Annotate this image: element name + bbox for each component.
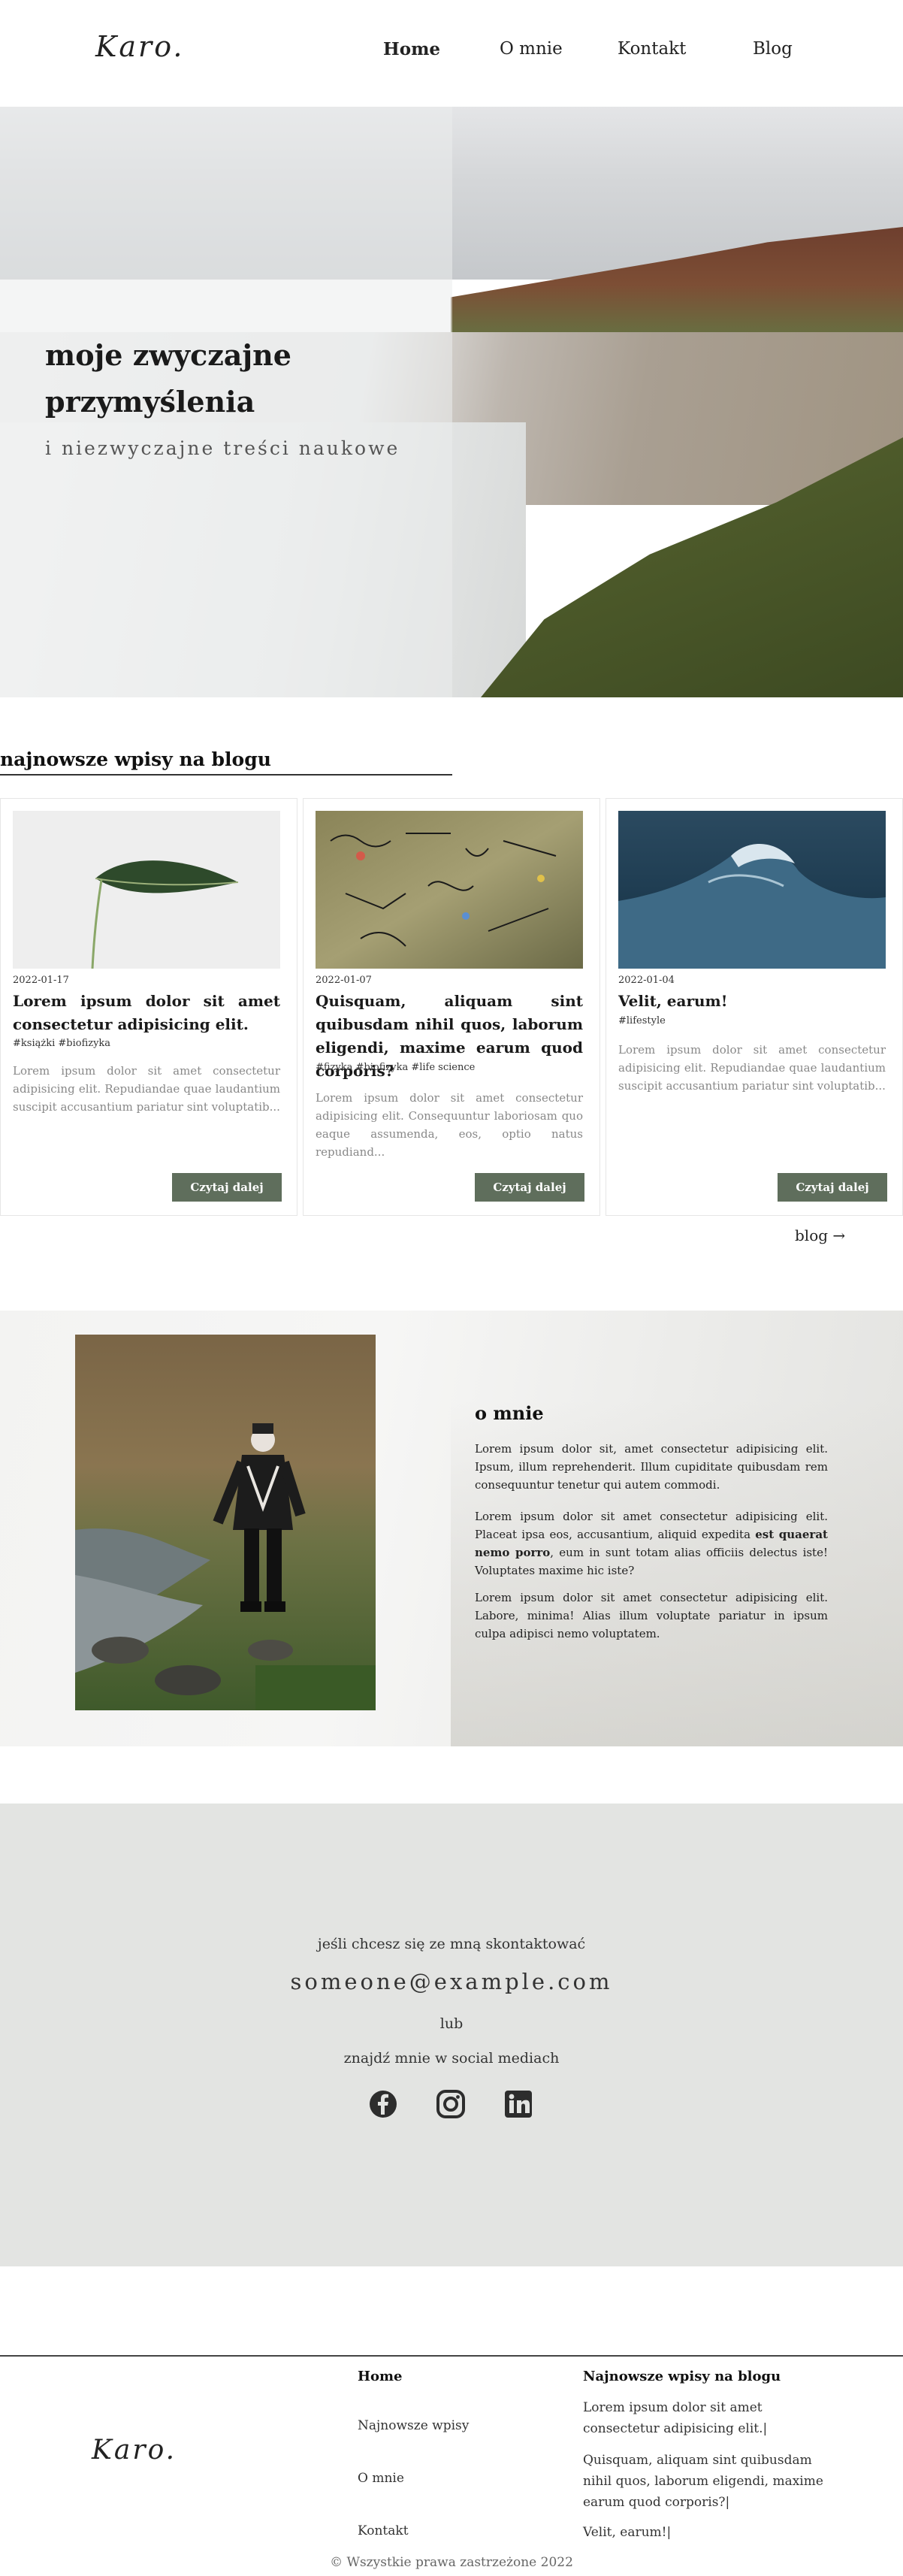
footer-divider	[0, 2355, 903, 2357]
read-more-button[interactable]: Czytaj dalej	[778, 1173, 887, 1202]
blog-heading: najnowsze wpisy na blogu	[0, 748, 271, 770]
post-tags: #fizyka #biofizyka #life science	[316, 1062, 476, 1073]
wave-photo[interactable]	[618, 811, 886, 969]
footer-link-kontakt[interactable]: Kontakt	[358, 2523, 409, 2538]
post-excerpt: Lorem ipsum dolor sit amet consectetur a…	[316, 1091, 583, 1159]
read-more-button[interactable]: Czytaj dalej	[475, 1173, 584, 1202]
about-paragraph: Lorem ipsum dolor sit amet consectetur a…	[475, 1510, 828, 1577]
footer-posts-title: Najnowsze wpisy na blogu	[583, 2369, 781, 2384]
footer-logo[interactable]: Karo.	[92, 2435, 177, 2466]
post-tags: #książki #biofizyka	[13, 1038, 111, 1049]
contact-or: lub	[439, 2015, 464, 2032]
linkedin-icon[interactable]	[503, 2089, 533, 2119]
footer-link-o-mnie[interactable]: O mnie	[358, 2471, 404, 2486]
post-tags: #lifestyle	[618, 1015, 666, 1026]
copyright: © Wszystkie prawa zastrzeżone 2022	[330, 2555, 573, 2570]
footer-link-najnowsze-wpisy[interactable]: Najnowsze wpisy	[358, 2418, 469, 2433]
heading-underline	[0, 774, 452, 776]
about-section: o mnie Lorem ipsum dolor sit, amet conse…	[0, 1311, 903, 1746]
instagram-icon[interactable]	[436, 2089, 466, 2119]
post-title[interactable]: Velit, earum!	[618, 990, 886, 1013]
leaf-photo[interactable]	[13, 811, 280, 969]
nav-blog[interactable]: Blog	[753, 39, 793, 59]
nav-o-mnie[interactable]: O mnie	[500, 39, 563, 59]
nav-kontakt[interactable]: Kontakt	[618, 39, 686, 59]
post-date: 2022-01-17	[13, 975, 69, 986]
header: Karo. Home O mnie Kontakt Blog	[0, 0, 903, 107]
social-links	[368, 2089, 535, 2121]
about-paragraph: Lorem ipsum dolor sit amet consectetur a…	[475, 1591, 828, 1640]
hero: moje zwyczajne przymyślenia i niezwyczaj…	[0, 107, 903, 697]
contact-intro: jeśli chcesz się ze mną skontaktować	[317, 1936, 586, 1952]
social-intro: znajdź mnie w social mediach	[343, 2050, 560, 2067]
post-excerpt: Lorem ipsum dolor sit amet consectetur a…	[13, 1064, 280, 1114]
about-title: o mnie	[475, 1402, 544, 1424]
nav-home[interactable]: Home	[383, 39, 440, 59]
blog-card: 2022-01-17 Lorem ipsum dolor sit amet co…	[0, 798, 297, 1216]
footer-post-link[interactable]: Lorem ipsum dolor sit amet consectetur a…	[583, 2397, 823, 2439]
facebook-icon[interactable]	[368, 2089, 398, 2119]
footer-home-title[interactable]: Home	[358, 2369, 403, 2384]
post-date: 2022-01-04	[618, 975, 675, 986]
hero-title: moje zwyczajne przymyślenia	[45, 338, 291, 419]
about-paragraph: Lorem ipsum dolor sit, amet consectetur …	[475, 1442, 828, 1492]
main-nav: Home O mnie Kontakt Blog	[0, 39, 903, 65]
contact-email[interactable]: someone@example.com	[0, 1969, 903, 1994]
post-date: 2022-01-07	[316, 975, 372, 986]
blog-card: 2022-01-04 Velit, earum! #lifestyle Lore…	[606, 798, 903, 1216]
footer-post-link[interactable]: Velit, earum!|	[583, 2522, 823, 2543]
author-photo	[75, 1335, 376, 1710]
post-title[interactable]: Lorem ipsum dolor sit amet consectetur a…	[13, 990, 280, 1036]
blog-more-link[interactable]: blog →	[795, 1226, 845, 1244]
footer-post-link[interactable]: Quisquam, aliquam sint quibusdam nihil q…	[583, 2450, 823, 2513]
contact-section: jeśli chcesz się ze mną skontaktować som…	[0, 1804, 903, 2266]
hero-subtitle: i niezwyczajne treści naukowe	[45, 437, 400, 459]
formulas-photo[interactable]	[316, 811, 583, 969]
read-more-button[interactable]: Czytaj dalej	[172, 1173, 282, 1202]
blog-card: 2022-01-07 Quisquam, aliquam sint quibus…	[303, 798, 600, 1216]
post-excerpt: Lorem ipsum dolor sit amet consectetur a…	[618, 1043, 886, 1093]
